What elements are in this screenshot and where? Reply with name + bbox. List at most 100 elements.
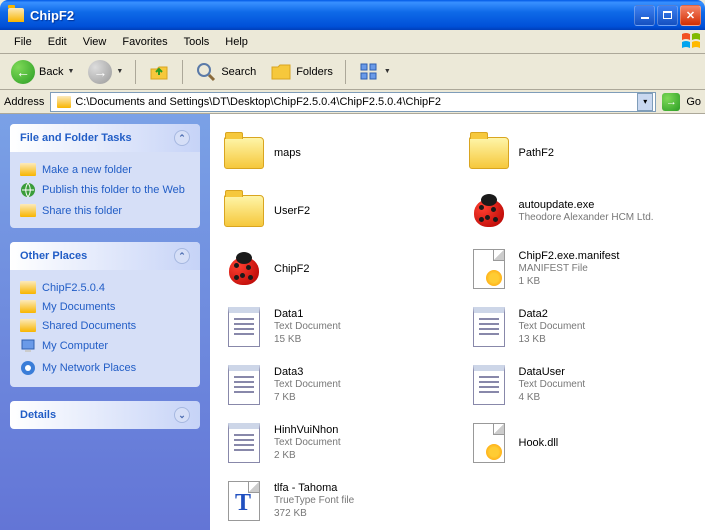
file-item-pathf2[interactable]: PathF2: [463, 126, 698, 180]
menu-edit[interactable]: Edit: [40, 32, 75, 52]
forward-icon: →: [88, 60, 112, 84]
folder-icon: [20, 319, 36, 332]
menu-help[interactable]: Help: [217, 32, 256, 52]
file-item-data2[interactable]: Data2Text Document13 KB: [463, 300, 698, 354]
close-button[interactable]: ✕: [680, 5, 701, 26]
task-label: Publish this folder to the Web: [42, 184, 185, 196]
back-button[interactable]: ← Back ▼: [6, 57, 79, 87]
place-mycomp[interactable]: My Computer: [20, 335, 190, 357]
place-label: My Network Places: [42, 362, 136, 374]
text-file-icon: [228, 423, 260, 463]
views-button[interactable]: ▼: [353, 58, 396, 86]
file-list: maps PathF2 UserF2 autoupdate.exeTheodor…: [210, 114, 705, 530]
file-item-data3[interactable]: Data3Text Document7 KB: [218, 358, 453, 412]
file-item-hinh[interactable]: HinhVuiNhonText Document2 KB: [218, 416, 453, 470]
folder-icon: [20, 281, 36, 294]
place-label: My Computer: [42, 340, 108, 352]
main-area: File and Folder Tasks ⌃ Make a new folde…: [0, 114, 705, 530]
up-folder-icon: [148, 61, 170, 83]
text-file-icon: [473, 307, 505, 347]
task-label: Share this folder: [42, 205, 122, 217]
up-button[interactable]: [143, 58, 175, 86]
file-name: PathF2: [519, 147, 554, 159]
file-name: UserF2: [274, 205, 310, 217]
manifest-icon: [473, 249, 505, 289]
folder-icon: [20, 204, 36, 217]
address-input[interactable]: C:\Documents and Settings\DT\Desktop\Chi…: [50, 92, 656, 112]
folders-icon: [270, 61, 292, 83]
folder-icon: [20, 300, 36, 313]
minimize-button[interactable]: [634, 5, 655, 26]
folder-icon: [224, 137, 264, 169]
file-type: Text Document: [274, 378, 341, 391]
dll-icon: [473, 423, 505, 463]
file-item-manifest[interactable]: ChipF2.exe.manifestMANIFEST File1 KB: [463, 242, 698, 296]
address-dropdown[interactable]: ▾: [637, 93, 653, 111]
file-name: tlfa - Tahoma: [274, 482, 354, 494]
search-label: Search: [221, 66, 256, 78]
folders-label: Folders: [296, 66, 333, 78]
folder-icon: [57, 96, 71, 108]
file-name: Data2: [519, 308, 586, 320]
panel-title: File and Folder Tasks: [20, 132, 132, 144]
file-size: 4 KB: [519, 391, 586, 404]
panel-header[interactable]: File and Folder Tasks ⌃: [10, 124, 200, 152]
file-size: 1 KB: [519, 275, 620, 288]
menu-file[interactable]: File: [6, 32, 40, 52]
file-item-tlfa[interactable]: T tlfa - TahomaTrueType Font file372 KB: [218, 474, 453, 528]
file-name: Data1: [274, 308, 341, 320]
panel-header[interactable]: Details ⌄: [10, 401, 200, 429]
file-item-userf2[interactable]: UserF2: [218, 184, 453, 238]
place-parent[interactable]: ChipF2.5.0.4: [20, 278, 190, 297]
file-item-chipf2[interactable]: ChipF2: [218, 242, 453, 296]
place-label: ChipF2.5.0.4: [42, 282, 105, 294]
menu-favorites[interactable]: Favorites: [114, 32, 175, 52]
forward-button[interactable]: → ▼: [83, 57, 128, 87]
details-panel: Details ⌄: [10, 401, 200, 429]
sidebar: File and Folder Tasks ⌃ Make a new folde…: [0, 114, 210, 530]
maximize-button[interactable]: [657, 5, 678, 26]
menu-view[interactable]: View: [75, 32, 115, 52]
font-file-icon: T: [228, 481, 260, 521]
file-item-data1[interactable]: Data1Text Document15 KB: [218, 300, 453, 354]
computer-icon: [20, 338, 36, 354]
panel-title: Details: [20, 409, 56, 421]
task-publish[interactable]: Publish this folder to the Web: [20, 179, 190, 201]
task-label: Make a new folder: [42, 164, 132, 176]
file-item-hook[interactable]: Hook.dll: [463, 416, 698, 470]
file-item-maps[interactable]: maps: [218, 126, 453, 180]
bug-icon: [226, 253, 262, 285]
chevron-down-icon: ▼: [67, 68, 74, 75]
file-size: 2 KB: [274, 449, 341, 462]
separator: [135, 60, 136, 84]
chevron-down-icon: ▼: [384, 68, 391, 75]
folder-icon: [8, 8, 24, 22]
menu-tools[interactable]: Tools: [176, 32, 218, 52]
collapse-icon: ⌃: [174, 130, 190, 146]
place-label: My Documents: [42, 301, 115, 313]
go-label[interactable]: Go: [686, 96, 701, 108]
place-network[interactable]: My Network Places: [20, 357, 190, 379]
task-share[interactable]: Share this folder: [20, 201, 190, 220]
address-bar: Address C:\Documents and Settings\DT\Des…: [0, 90, 705, 114]
file-size: 7 KB: [274, 391, 341, 404]
file-item-autoupdate[interactable]: autoupdate.exeTheodore Alexander HCM Ltd…: [463, 184, 698, 238]
file-type: MANIFEST File: [519, 262, 620, 275]
file-folder-tasks-panel: File and Folder Tasks ⌃ Make a new folde…: [10, 124, 200, 228]
search-button[interactable]: Search: [190, 58, 261, 86]
menu-bar: File Edit View Favorites Tools Help: [0, 30, 705, 54]
window-title: ChipF2: [30, 8, 634, 23]
panel-header[interactable]: Other Places ⌃: [10, 242, 200, 270]
task-new-folder[interactable]: Make a new folder: [20, 160, 190, 179]
folders-button[interactable]: Folders: [265, 58, 338, 86]
file-meta: Theodore Alexander HCM Ltd.: [519, 211, 654, 224]
file-item-datauser[interactable]: DataUserText Document4 KB: [463, 358, 698, 412]
place-mydocs[interactable]: My Documents: [20, 297, 190, 316]
place-shared[interactable]: Shared Documents: [20, 316, 190, 335]
other-places-panel: Other Places ⌃ ChipF2.5.0.4 My Documents…: [10, 242, 200, 387]
expand-icon: ⌄: [174, 407, 190, 423]
text-file-icon: [473, 365, 505, 405]
file-name: Hook.dll: [519, 437, 559, 449]
go-button-icon[interactable]: →: [662, 93, 680, 111]
place-label: Shared Documents: [42, 320, 136, 332]
